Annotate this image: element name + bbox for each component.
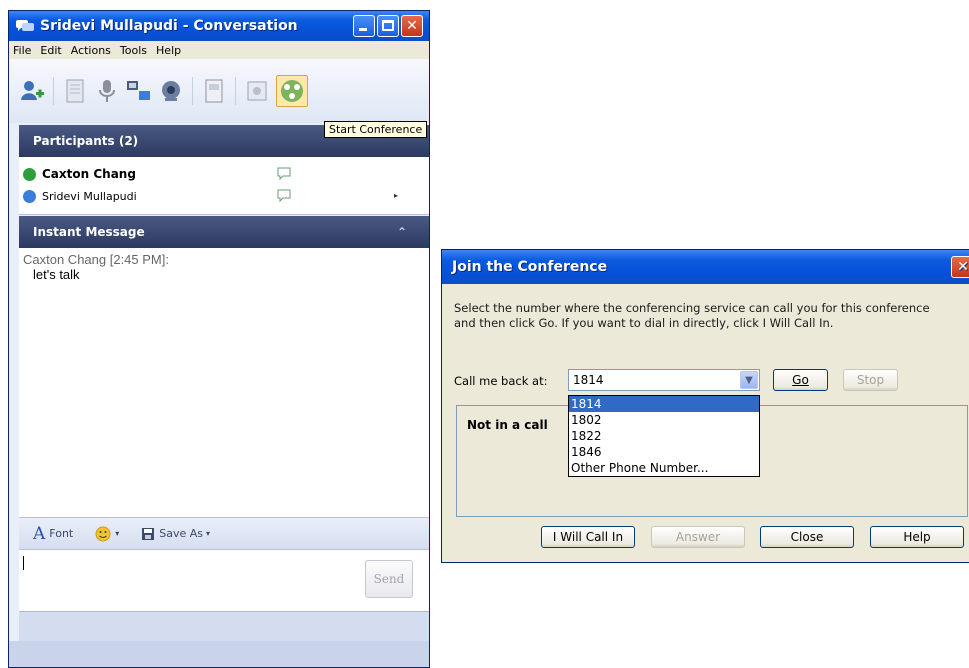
- toolbar-separator: [192, 77, 193, 105]
- dropdown-arrow-icon: ▾: [115, 529, 120, 538]
- go-label: Go: [792, 373, 809, 387]
- chevron-down-icon[interactable]: ▼: [740, 371, 758, 389]
- instruction-line: and then click Go. If you want to dial i…: [454, 316, 834, 330]
- send-button[interactable]: Send: [365, 560, 413, 598]
- minimize-button[interactable]: [353, 15, 375, 37]
- participant-row[interactable]: Caxton Chang: [19, 163, 429, 185]
- dialog-title: Join the Conference: [452, 259, 608, 275]
- presence-online-icon: [23, 167, 36, 181]
- menu-bar: File Edit Actions Tools Help: [9, 41, 429, 59]
- text-caret: [23, 556, 24, 570]
- maximize-icon: [382, 20, 394, 31]
- close-icon: ✕: [957, 259, 969, 275]
- im-bubble-icon[interactable]: [277, 189, 291, 202]
- audio-icon[interactable]: [94, 78, 120, 104]
- conversation-window: Sridevi Mullapudi - Conversation ✕ File …: [8, 10, 430, 668]
- window-bottom-strip: [9, 641, 429, 667]
- conversation-title: Sridevi Mullapudi - Conversation: [40, 18, 298, 34]
- dialog-close-action-button[interactable]: Close: [760, 526, 854, 548]
- callback-number-dropdown[interactable]: 1814 1802 1822 1846 Other Phone Number..…: [568, 395, 760, 477]
- dropdown-option[interactable]: 1822: [569, 428, 759, 444]
- video-icon[interactable]: [126, 78, 152, 104]
- im-header-label: Instant Message: [33, 225, 145, 239]
- stop-label: Stop: [856, 373, 885, 387]
- whiteboard-icon[interactable]: [201, 78, 227, 104]
- join-conference-dialog: Join the Conference ✕ Select the number …: [441, 249, 969, 563]
- share-file-icon[interactable]: [62, 78, 88, 104]
- toolbar-separator: [53, 77, 54, 105]
- menu-help[interactable]: Help: [156, 44, 181, 57]
- answer-label: Answer: [675, 530, 721, 544]
- close-button[interactable]: ✕: [401, 15, 423, 37]
- conversation-status-bar: [19, 611, 429, 641]
- dialog-close-button[interactable]: ✕: [951, 256, 969, 278]
- answer-button[interactable]: Answer: [651, 526, 745, 548]
- message-text: let's talk: [33, 267, 80, 282]
- add-participant-icon[interactable]: [19, 78, 45, 104]
- will-call-in-label: I Will Call In: [552, 530, 624, 544]
- format-toolbar: A Font ▾ Save As ▾: [19, 517, 429, 549]
- emoticon-button[interactable]: ▾: [95, 526, 119, 542]
- dropdown-option[interactable]: 1802: [569, 412, 759, 428]
- font-button[interactable]: A Font: [33, 524, 73, 544]
- webcam-icon[interactable]: [158, 78, 184, 104]
- participant-name: Caxton Chang: [42, 167, 136, 181]
- expand-arrow-icon[interactable]: ▸: [394, 191, 398, 200]
- close-icon: ✕: [406, 18, 418, 34]
- participant-row[interactable]: Sridevi Mullapudi ▸: [19, 185, 429, 207]
- will-call-in-button[interactable]: I Will Call In: [541, 526, 635, 548]
- save-as-button[interactable]: Save As ▾: [141, 527, 210, 541]
- call-status: Not in a call: [467, 418, 548, 432]
- help-button[interactable]: Help: [870, 526, 964, 548]
- minimize-icon: [359, 28, 367, 31]
- save-icon: [142, 527, 155, 540]
- im-bubble-icon[interactable]: [277, 167, 291, 180]
- toolbar-separator: [235, 77, 236, 105]
- instruction-line: Select the number where the conferencing…: [454, 301, 930, 315]
- emoticon-icon: [95, 526, 111, 541]
- collapse-icon[interactable]: ⌃: [397, 225, 407, 239]
- start-conference-icon[interactable]: [276, 75, 308, 107]
- callback-selected-value: 1814: [573, 373, 604, 387]
- message-input[interactable]: Send: [19, 549, 429, 611]
- font-icon: A: [33, 523, 46, 544]
- participant-name: Sridevi Mullapudi: [42, 189, 137, 203]
- callback-label: Call me back at:: [454, 374, 548, 388]
- dialog-title-bar[interactable]: Join the Conference ✕: [442, 250, 969, 284]
- participants-list: Caxton Chang Sridevi Mullapudi ▸: [19, 157, 429, 215]
- call-icon[interactable]: [244, 78, 270, 104]
- dropdown-option[interactable]: 1846: [569, 444, 759, 460]
- callback-number-select[interactable]: 1814 ▼: [568, 369, 760, 391]
- stop-button[interactable]: Stop: [843, 369, 898, 391]
- message-history: Caxton Chang [2:45 PM]: let's talk: [19, 248, 429, 517]
- help-label: Help: [903, 530, 931, 544]
- conversation-app-icon: [16, 20, 34, 31]
- menu-file[interactable]: File: [13, 44, 31, 57]
- start-conference-tooltip: Start Conference: [324, 121, 428, 138]
- dialog-instructions: Select the number where the conferencing…: [454, 301, 964, 331]
- save-as-label: Save As: [159, 527, 204, 540]
- message-sender: Caxton Chang [2:45 PM]:: [23, 252, 169, 267]
- dropdown-option[interactable]: 1814: [569, 396, 759, 412]
- menu-actions[interactable]: Actions: [71, 44, 111, 57]
- close-label: Close: [790, 530, 824, 544]
- instant-message-header[interactable]: Instant Message ⌃: [19, 216, 429, 248]
- dropdown-arrow-icon: ▾: [206, 529, 211, 538]
- font-label: Font: [49, 527, 74, 540]
- go-button[interactable]: Go: [773, 369, 828, 391]
- menu-edit[interactable]: Edit: [40, 44, 61, 57]
- dropdown-option[interactable]: Other Phone Number...: [569, 460, 759, 476]
- presence-status-icon: [23, 189, 36, 203]
- participants-header-label: Participants (2): [33, 134, 139, 148]
- conversation-toolbar: [9, 59, 429, 123]
- menu-tools[interactable]: Tools: [120, 44, 147, 57]
- conversation-title-bar[interactable]: Sridevi Mullapudi - Conversation ✕: [9, 11, 429, 41]
- maximize-button[interactable]: [377, 15, 399, 37]
